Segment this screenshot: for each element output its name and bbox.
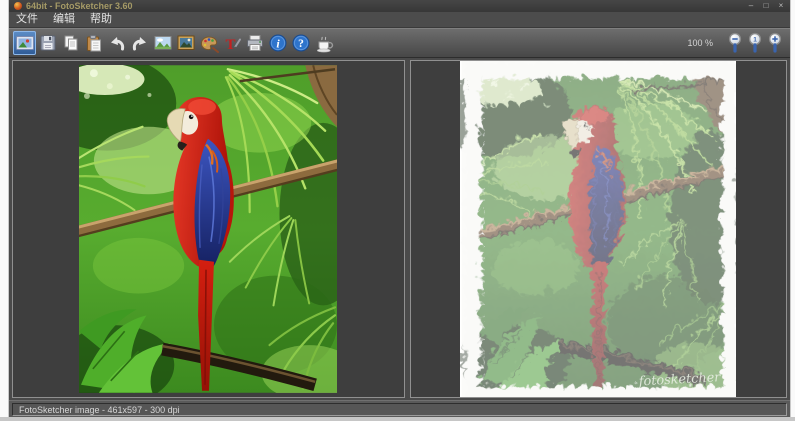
drawing-parameters-button[interactable] [197, 31, 220, 55]
statusbar: FotoSketcher image - 461x597 - 300 dpi [9, 400, 790, 417]
undo-arrow-icon [110, 37, 124, 51]
zoom-out-button[interactable] [726, 30, 746, 56]
zoom-in-button[interactable] [766, 30, 786, 56]
magnifier-one-to-one-icon: 1 [748, 32, 762, 53]
paste-clipboard-icon [86, 35, 101, 52]
help-button[interactable]: ? [289, 31, 312, 55]
original-image-panel [12, 60, 405, 398]
app-logo-icon [14, 2, 22, 10]
titlebar[interactable]: 64bit - FotoSketcher 3.60 – □ × [9, 0, 790, 12]
copy-button[interactable] [59, 31, 82, 55]
window-title: 64bit - FotoSketcher 3.60 [26, 0, 133, 11]
status-text: FotoSketcher image - 461x597 - 300 dpi [12, 402, 787, 416]
window-bottom-frame [0, 417, 795, 421]
svg-text:T: T [225, 37, 235, 53]
minimize-button[interactable]: – [747, 2, 755, 10]
question-icon: ? [292, 34, 309, 52]
menu-help[interactable]: 帮助 [90, 14, 112, 25]
coffee-cup-icon [316, 36, 333, 53]
save-image-button[interactable] [36, 31, 59, 55]
landscape-photo-icon [154, 36, 171, 50]
menu-file[interactable]: 文件 [16, 14, 38, 25]
open-image-button[interactable] [13, 31, 36, 55]
info-icon: i [269, 34, 286, 52]
maximize-button[interactable]: □ [762, 2, 770, 10]
redo-arrow-icon [132, 37, 146, 51]
screenshot-root: 64bit - FotoSketcher 3.60 – □ × 文件 编辑 帮助 [0, 0, 795, 421]
paste-button[interactable] [82, 31, 105, 55]
redo-button[interactable] [128, 31, 151, 55]
original-macaw-photo [79, 65, 337, 393]
donate-button[interactable] [312, 31, 335, 55]
printer-icon [246, 35, 263, 51]
framed-photo-icon [177, 35, 194, 50]
view-framed-image-button[interactable] [174, 31, 197, 55]
zoom-100-button[interactable]: 1 [746, 30, 766, 56]
magnifier-minus-icon [728, 32, 742, 53]
print-button[interactable] [243, 31, 266, 55]
palette-icon [200, 36, 219, 53]
painted-image-panel: fotosketcher [409, 60, 787, 398]
toolbar: T i ? 100 % 1 [9, 28, 790, 58]
floppy-disk-icon [40, 35, 55, 51]
view-original-image-button[interactable] [151, 31, 174, 55]
menubar: 文件 编辑 帮助 [9, 12, 790, 28]
svg-text:1: 1 [753, 37, 757, 44]
fotosketcher-window: 64bit - FotoSketcher 3.60 – □ × 文件 编辑 帮助 [8, 0, 791, 417]
add-text-button[interactable]: T [220, 31, 243, 55]
copy-icon [64, 35, 77, 51]
zoom-level-label: 100 % [687, 38, 713, 48]
text-tool-icon: T [225, 37, 241, 53]
magnifier-plus-icon [768, 32, 782, 53]
open-image-icon [15, 36, 34, 50]
close-button[interactable]: × [777, 2, 785, 10]
about-button[interactable]: i [266, 31, 289, 55]
svg-text:?: ? [298, 38, 304, 50]
window-controls: – □ × [747, 2, 785, 10]
image-workspace: fotosketcher [9, 58, 790, 400]
undo-button[interactable] [105, 31, 128, 55]
menu-edit[interactable]: 编辑 [53, 14, 75, 25]
painted-macaw-canvas: fotosketcher [460, 61, 737, 397]
